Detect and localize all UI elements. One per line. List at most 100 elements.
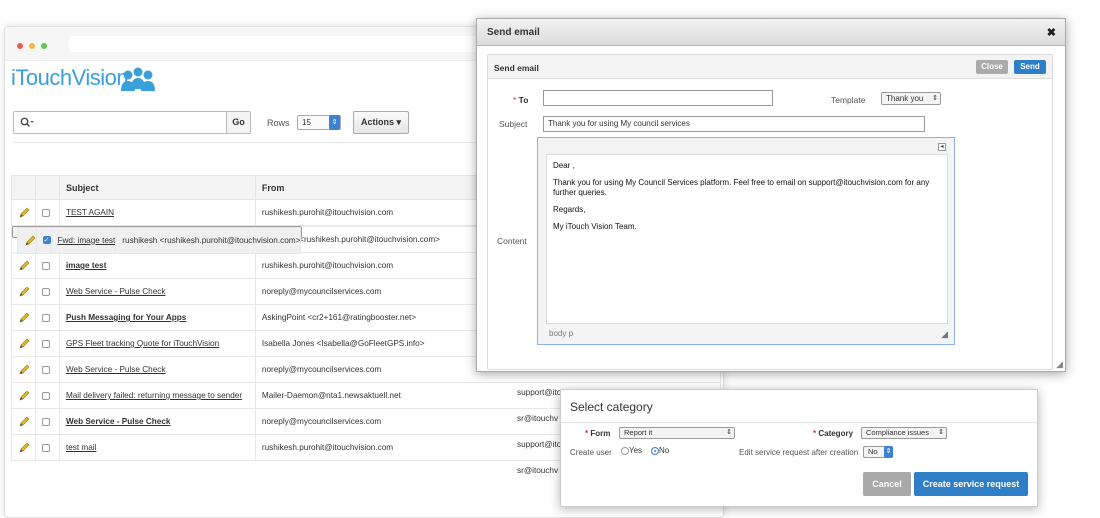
send-email-dialog: Send email ✖ Send email Close Send * To … <box>476 18 1066 372</box>
close-icon[interactable]: ✖ <box>1047 26 1056 39</box>
select-cell[interactable] <box>34 252 60 279</box>
subject-link[interactable]: TEST AGAIN <box>66 208 114 217</box>
subject-link[interactable]: Web Service - Pulse Check <box>66 365 166 374</box>
editor-toggle-icon[interactable]: ◂ <box>938 143 946 151</box>
pencil-icon[interactable] <box>18 364 30 376</box>
subject-cell[interactable]: image test <box>58 252 256 279</box>
pencil-icon[interactable] <box>18 207 30 219</box>
row-checkbox[interactable]: ✓ <box>42 236 50 245</box>
subject-cell[interactable]: Web Service - Pulse Check <box>58 278 256 305</box>
edit-cell[interactable] <box>11 408 36 435</box>
subject-link[interactable]: GPS Fleet tracking Quote for iTouchVisio… <box>66 339 219 348</box>
edit-cell[interactable] <box>11 330 36 357</box>
pencil-icon[interactable] <box>24 235 36 247</box>
actions-button[interactable]: Actions ▾ <box>353 111 409 134</box>
table-row[interactable]: ✓ Fwd: image test rushikesh <rushikesh.pur… <box>11 226 303 254</box>
template-select[interactable]: Thank you ⇕ <box>881 92 941 105</box>
row-checkbox[interactable] <box>41 261 50 270</box>
edit-cell[interactable] <box>11 356 36 383</box>
subject-cell[interactable]: TEST AGAIN <box>58 199 256 226</box>
create-user-yes[interactable]: Yes <box>621 446 642 455</box>
edit-after-creation-value: No <box>868 447 878 456</box>
select-cell[interactable] <box>34 408 60 435</box>
pencil-icon[interactable] <box>18 312 30 324</box>
divider <box>561 422 1037 423</box>
create-user-no[interactable]: No <box>651 446 669 455</box>
select-cell[interactable]: ✓ <box>35 227 52 254</box>
subject-cell[interactable]: Web Service - Pulse Check <box>58 356 256 383</box>
subject-cell[interactable]: Web Service - Pulse Check <box>58 408 256 435</box>
edit-cell[interactable] <box>11 278 36 305</box>
go-button[interactable]: Go <box>226 112 250 133</box>
to-label: * To <box>513 95 528 105</box>
subject-link[interactable]: Web Service - Pulse Check <box>66 287 166 296</box>
subject-link[interactable]: test mail <box>66 443 96 452</box>
edit-column-header <box>11 175 36 200</box>
resize-handle-icon[interactable]: ◢ <box>941 329 948 340</box>
edit-cell[interactable] <box>11 304 36 331</box>
window-minimize-dot[interactable] <box>29 43 35 49</box>
edit-cell[interactable] <box>11 382 36 409</box>
select-cell[interactable] <box>34 199 60 226</box>
cancel-button[interactable]: Cancel <box>863 472 911 496</box>
row-checkbox[interactable] <box>41 208 50 217</box>
edit-cell[interactable] <box>16 227 37 254</box>
to-field[interactable] <box>543 90 773 106</box>
subject-link[interactable]: Web Service - Pulse Check <box>66 417 171 426</box>
subject-cell[interactable]: Push Messaging for Your Apps <box>58 304 256 331</box>
row-checkbox[interactable] <box>41 417 50 426</box>
subject-link[interactable]: image test <box>66 261 107 270</box>
edit-after-creation-select[interactable]: No ⇕ <box>863 446 893 458</box>
subject-link[interactable]: Push Messaging for Your Apps <box>66 313 186 322</box>
row-checkbox[interactable] <box>41 391 50 400</box>
radio-no[interactable] <box>651 446 659 455</box>
select-cell[interactable] <box>34 356 60 383</box>
chevron-updown-icon: ⇕ <box>932 95 938 102</box>
select-cell[interactable] <box>34 330 60 357</box>
select-cell[interactable] <box>34 434 60 461</box>
subject-cell[interactable]: test mail <box>58 434 256 461</box>
row-checkbox[interactable] <box>41 287 50 296</box>
pencil-icon[interactable] <box>18 338 30 350</box>
close-button[interactable]: Close <box>976 60 1008 74</box>
edit-cell[interactable] <box>11 252 36 279</box>
subject-link[interactable]: Mail delivery failed: returning message … <box>66 391 242 400</box>
subject-cell[interactable]: GPS Fleet tracking Quote for iTouchVisio… <box>58 330 256 357</box>
search-input[interactable]: Go <box>13 111 251 134</box>
edit-cell[interactable] <box>11 434 36 461</box>
pencil-icon[interactable] <box>18 390 30 402</box>
subject-field[interactable]: Thank you for using My council services <box>543 116 925 132</box>
edit-cell[interactable] <box>11 199 36 226</box>
to-cell-partial: support@ito <box>517 388 562 397</box>
select-cell[interactable] <box>34 304 60 331</box>
send-button[interactable]: Send <box>1014 60 1046 74</box>
create-service-request-button[interactable]: Create service request <box>914 472 1028 496</box>
search-icon[interactable] <box>20 117 34 128</box>
row-checkbox[interactable] <box>41 365 50 374</box>
row-checkbox[interactable] <box>41 339 50 348</box>
select-cell[interactable] <box>34 278 60 305</box>
pencil-icon[interactable] <box>18 286 30 298</box>
pencil-icon[interactable] <box>18 260 30 272</box>
radio-yes[interactable] <box>621 446 629 455</box>
subject-cell[interactable]: Mail delivery failed: returning message … <box>58 382 256 409</box>
subject-link[interactable]: Fwd: image test <box>58 236 115 245</box>
category-select[interactable]: Compliance issues ⇕ <box>861 427 947 439</box>
subject-cell[interactable]: Fwd: image test <box>50 227 117 254</box>
window-close-dot[interactable] <box>17 43 23 49</box>
select-column-header <box>34 175 60 200</box>
subject-column-header[interactable]: Subject <box>58 175 256 200</box>
editor-content-area[interactable]: Dear , Thank you for using My Council Se… <box>546 154 948 324</box>
pencil-icon[interactable] <box>18 416 30 428</box>
dialog-resize-icon[interactable]: ◢ <box>1056 359 1063 370</box>
window-maximize-dot[interactable] <box>41 43 47 49</box>
pencil-icon[interactable] <box>18 442 30 454</box>
logo-text: iTouchVision <box>11 65 129 90</box>
to-cell-partial: sr@itouchv <box>517 466 559 475</box>
rows-select[interactable]: 15 ⇕ <box>297 115 341 130</box>
row-checkbox[interactable] <box>41 443 50 452</box>
row-checkbox[interactable] <box>41 313 50 322</box>
select-cell[interactable] <box>34 382 60 409</box>
from-cell: rushikesh <rushikesh.purohit@itouchvisio… <box>115 227 302 254</box>
form-select[interactable]: Report it ⇕ <box>619 427 735 439</box>
